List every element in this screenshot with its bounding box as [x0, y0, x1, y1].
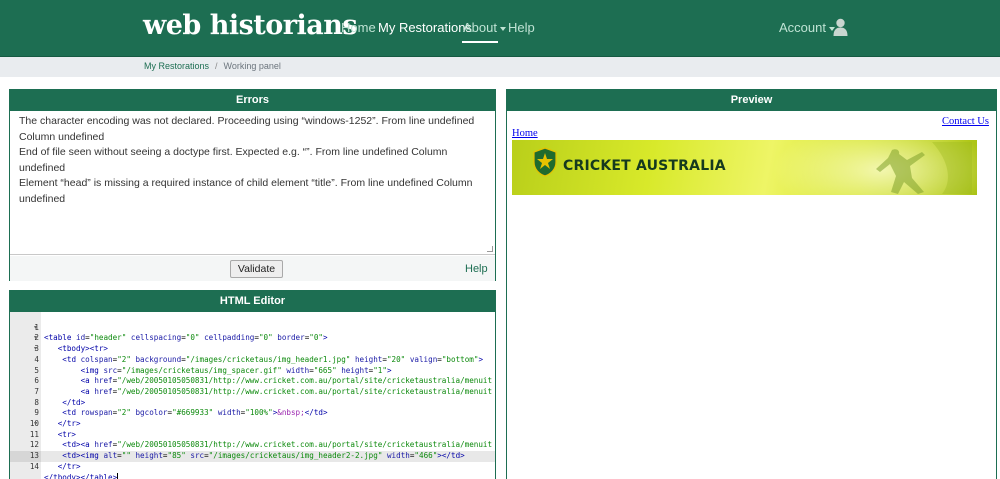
code-line: 11 <td><a href="/web/20050105050831/http… [29, 429, 493, 450]
code-line: 6 <a href="/web/20050105050831/http://ww… [34, 376, 493, 396]
errors-textarea[interactable]: The character encoding was not declared.… [10, 111, 495, 255]
cricket-australia-crest-icon [533, 147, 557, 177]
nav-about[interactable]: About [463, 20, 506, 36]
resize-grip-icon[interactable] [487, 246, 493, 252]
code-line: 3 ▾ <td colspan="2" background="/images/c… [34, 344, 484, 364]
code-editor[interactable]: 1 ▾ <table id="header" cellspacing="0" ce… [10, 312, 495, 479]
html-editor-panel: HTML Editor 1 ▾ <table id="header" cellsp… [9, 290, 496, 479]
preview-panel-title: Preview [507, 90, 996, 111]
validate-button[interactable]: Validate [230, 260, 283, 278]
top-navbar: web historians Home My Restorations Abou… [0, 0, 1000, 57]
code-line: 13 </tr> [29, 451, 81, 471]
help-link[interactable]: Help [465, 263, 488, 275]
nav-about-underline [462, 41, 498, 43]
caret-down-icon [499, 26, 506, 31]
code-line: 5 <a href="/web/20050105050831/http://ww… [34, 365, 493, 386]
breadcrumb: My Restorations / Working panel [144, 61, 281, 71]
code-line: 2 ▾ <tbody><tr> [34, 333, 109, 354]
preview-home-link[interactable]: Home [512, 128, 538, 139]
nav-about-label: About [463, 20, 497, 35]
errors-footer: Validate Help [10, 256, 495, 281]
nav-account-label: Account [779, 20, 826, 35]
breadcrumb-current: Working panel [223, 61, 281, 71]
banner-title: CRICKET AUSTRALIA [563, 158, 726, 174]
nav-help[interactable]: Help [508, 20, 535, 36]
nav-account[interactable]: Account [779, 20, 835, 36]
cricket-australia-banner: CRICKET AUSTRALIA [512, 140, 977, 195]
errors-panel: Errors The character encoding was not de… [9, 89, 496, 281]
breadcrumb-my-restorations[interactable]: My Restorations [144, 61, 209, 71]
html-editor-title: HTML Editor [10, 291, 495, 312]
error-message: End of file seen without seeing a doctyp… [19, 146, 448, 174]
error-message: The character encoding was not declared.… [19, 115, 475, 143]
cricketer-silhouette-icon [876, 142, 972, 194]
preview-contact-us-link[interactable]: Contact Us [942, 116, 989, 127]
errors-panel-title: Errors [10, 90, 495, 111]
code-line: 10 ▾ <tr> [29, 419, 77, 439]
code-line: 1 ▾ <table id="header" cellspacing="0" ce… [34, 322, 328, 343]
breadcrumb-separator: / [215, 61, 218, 71]
nav-home[interactable]: Home [341, 20, 376, 36]
code-line: 8 <td rowspan="2" bgcolor="#669933" widt… [34, 397, 328, 418]
preview-frame[interactable]: Contact Us Home CRICKET AUSTRALIA [507, 111, 996, 479]
error-message: Element “head” is missing a required ins… [19, 177, 473, 205]
brand-logo[interactable]: web historians [143, 9, 358, 43]
code-line: 12 <td><img alt="" height="85" src="/ima… [29, 440, 465, 461]
code-line: 7 </td> [34, 386, 86, 407]
code-line: 9 </tr> [34, 408, 81, 428]
code-line: 14 </tbody></table> [10, 451, 119, 479]
nav-my-restorations[interactable]: My Restorations [378, 20, 472, 36]
text-cursor [117, 473, 119, 479]
code-line: 4 <img src="/images/cricketaus/img_space… [34, 354, 392, 375]
user-icon[interactable] [833, 18, 848, 36]
preview-panel: Preview Contact Us Home CRICKET AUSTRALI… [506, 89, 997, 479]
